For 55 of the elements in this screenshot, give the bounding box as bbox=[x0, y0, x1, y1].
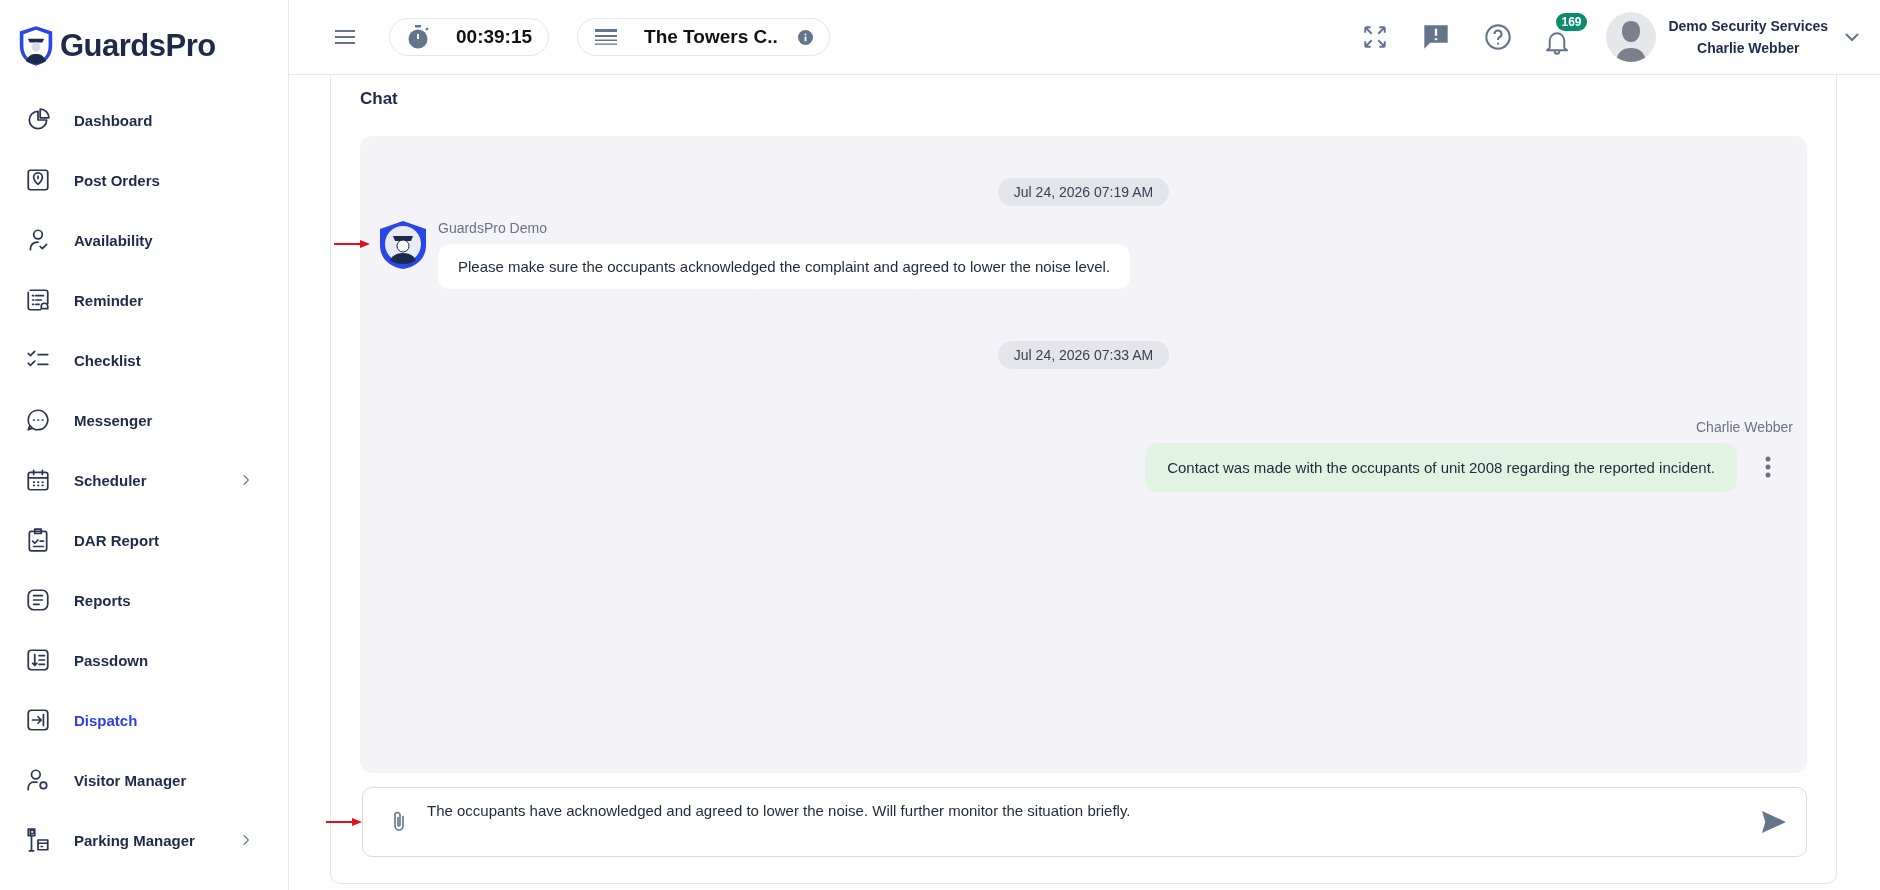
sidebar-item[interactable]: Visitor Manager bbox=[0, 750, 288, 810]
message-bubble: Contact was made with the occupants of unit 2008 regarding the reported incident. bbox=[1145, 443, 1737, 492]
nav-icon bbox=[25, 167, 51, 193]
list-icon bbox=[594, 27, 619, 47]
sidebar-item[interactable]: Reminder bbox=[0, 270, 288, 330]
sender-name: GuardsPro Demo bbox=[438, 220, 548, 236]
sidebar-item[interactable]: Checklist bbox=[0, 330, 288, 390]
user-avatar[interactable] bbox=[1606, 12, 1657, 62]
date-separator: Jul 24, 2026 07:33 AM bbox=[997, 341, 1170, 369]
message-bubble: Please make sure the occupants acknowledged the complaint and agreed to lower the noise level. bbox=[438, 244, 1131, 289]
sender-name: Charlie Webber bbox=[1696, 419, 1793, 435]
send-icon[interactable] bbox=[1760, 810, 1788, 834]
nav-icon bbox=[25, 287, 51, 313]
nav-icon bbox=[25, 407, 51, 433]
sidebar-item[interactable]: Availability bbox=[0, 210, 288, 270]
chevron-right-icon bbox=[242, 833, 250, 847]
feedback-icon[interactable] bbox=[1422, 23, 1451, 51]
info-icon[interactable] bbox=[797, 29, 813, 45]
nav-icon bbox=[25, 647, 51, 673]
chevron-right-icon bbox=[242, 473, 250, 487]
company-name: Demo Security Services bbox=[1668, 18, 1828, 34]
nav-icon bbox=[25, 587, 51, 613]
bell-icon[interactable] bbox=[1546, 31, 1569, 55]
date-separator: Jul 24, 2026 07:19 AM bbox=[997, 178, 1170, 206]
chat-title: Chat bbox=[360, 89, 399, 109]
sidebar-item[interactable]: Dispatch bbox=[0, 690, 288, 750]
brand-name: GuardsPro bbox=[60, 28, 216, 64]
message-field[interactable]: The occupants have acknowledged and agreed to lower the noise. Will further monitor the situation briefly. bbox=[362, 787, 1807, 857]
nav-icon bbox=[25, 467, 51, 493]
annotation-arrow bbox=[326, 817, 362, 827]
sidebar-item[interactable]: Messenger bbox=[0, 390, 288, 450]
sidebar-item[interactable]: Parking Manager bbox=[0, 810, 288, 870]
elapsed-time: 00:39:15 bbox=[456, 26, 533, 48]
sidebar-item[interactable]: DAR Report bbox=[0, 510, 288, 570]
guard-avatar-icon bbox=[378, 220, 428, 270]
annotation-arrow bbox=[334, 239, 370, 249]
sidebar-item[interactable]: Reports bbox=[0, 570, 288, 630]
notification-count: 169 bbox=[1556, 12, 1587, 31]
nav-icon bbox=[25, 707, 51, 733]
stopwatch-icon bbox=[406, 24, 430, 50]
chevron-down-icon[interactable] bbox=[1844, 32, 1860, 42]
nav-icon bbox=[25, 827, 51, 853]
sidebar-item[interactable]: Post Orders bbox=[0, 150, 288, 210]
fullscreen-icon[interactable] bbox=[1362, 24, 1389, 50]
sidebar-item[interactable]: Dashboard bbox=[0, 90, 288, 150]
site-name: The Towers C.. bbox=[644, 26, 778, 48]
message-input[interactable]: The occupants have acknowledged and agreed to lower the noise. Will further monitor the situation briefly. bbox=[427, 792, 1744, 852]
sidebar-item[interactable]: Passdown bbox=[0, 630, 288, 690]
help-icon[interactable] bbox=[1484, 23, 1513, 51]
more-options-icon[interactable] bbox=[1765, 455, 1771, 478]
user-name: Charlie Webber bbox=[1697, 40, 1800, 56]
guard-shield-logo-icon bbox=[18, 25, 54, 67]
nav-icon bbox=[25, 527, 51, 553]
nav-icon bbox=[25, 767, 51, 793]
sidebar-item[interactable]: Scheduler bbox=[0, 450, 288, 510]
